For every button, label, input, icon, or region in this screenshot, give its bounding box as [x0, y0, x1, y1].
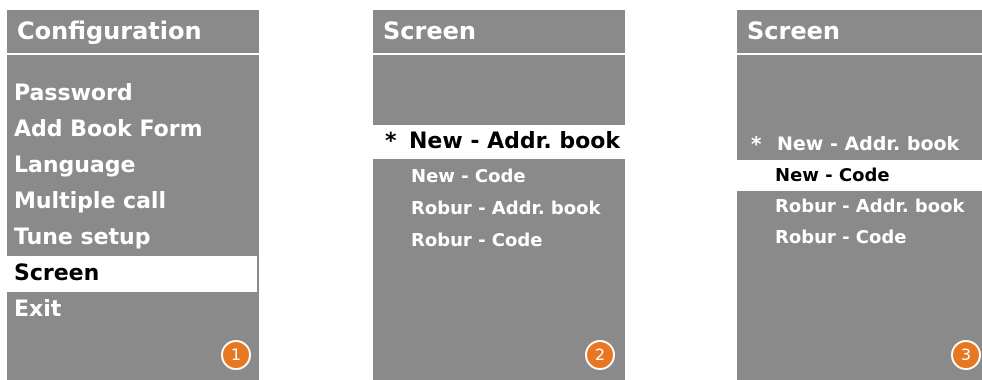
- menu-item-robur-addr-book[interactable]: Robur - Addr. book: [373, 193, 625, 225]
- screen-title: Configuration: [17, 17, 202, 45]
- menu-item-label: New - Addr. book: [777, 133, 960, 155]
- step-number-badge: 2: [585, 340, 615, 370]
- screen-title: Screen: [383, 17, 476, 45]
- current-selection-marker: *: [751, 132, 762, 156]
- menu-list: * New - Addr. book New - Code Robur - Ad…: [737, 129, 982, 253]
- step-number-badge: 3: [951, 340, 981, 370]
- menu-item-language[interactable]: Language: [7, 148, 257, 184]
- configuration-menu-screen: Configuration Password Add Book Form Lan…: [7, 10, 259, 380]
- menu-item-tune-setup[interactable]: Tune setup: [7, 220, 257, 256]
- menu-list: * New - Addr. book New - Code Robur - Ad…: [373, 125, 625, 257]
- menu-item-robur-addr-book[interactable]: Robur - Addr. book: [737, 191, 982, 222]
- screen-title: Screen: [747, 17, 840, 45]
- title-divider: [373, 53, 625, 55]
- menu-item-password[interactable]: Password: [7, 76, 257, 112]
- step-number-badge: 1: [221, 340, 251, 370]
- menu-item-new-addr-book[interactable]: * New - Addr. book: [737, 129, 982, 160]
- menu-item-screen[interactable]: Screen: [7, 256, 257, 292]
- menu-item-label: New - Addr. book: [409, 129, 620, 154]
- menu-list: Password Add Book Form Language Multiple…: [7, 76, 259, 328]
- menu-item-new-addr-book[interactable]: * New - Addr. book: [373, 125, 625, 159]
- menu-item-exit[interactable]: Exit: [7, 292, 257, 328]
- menu-item-robur-code[interactable]: Robur - Code: [737, 222, 982, 253]
- menu-item-new-code[interactable]: New - Code: [373, 161, 625, 193]
- menu-item-multiple-call[interactable]: Multiple call: [7, 184, 257, 220]
- title-divider: [7, 53, 259, 55]
- title-divider: [737, 53, 982, 55]
- screen-menu-screen: Screen * New - Addr. book New - Code Rob…: [373, 10, 625, 380]
- menu-item-new-code[interactable]: New - Code: [737, 160, 982, 191]
- menu-item-add-book-form[interactable]: Add Book Form: [7, 112, 257, 148]
- current-selection-marker: *: [385, 129, 397, 154]
- screen-menu-screen: Screen * New - Addr. book New - Code Rob…: [737, 10, 982, 380]
- menu-item-robur-code[interactable]: Robur - Code: [373, 225, 625, 257]
